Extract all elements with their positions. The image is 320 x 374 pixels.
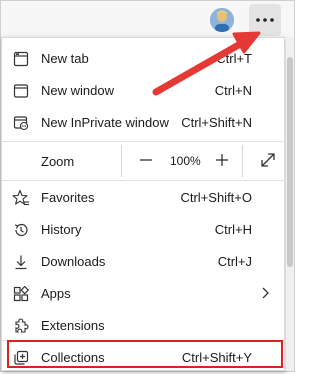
profile-avatar[interactable] <box>210 8 234 32</box>
menu-item-new-window[interactable]: New window Ctrl+N <box>2 75 286 107</box>
menu-item-shortcut: Ctrl+J <box>217 254 252 269</box>
menu-item-label: New tab <box>41 51 89 66</box>
menu-item-label: New window <box>41 83 114 98</box>
menu-item-history[interactable]: History Ctrl+H <box>2 214 286 246</box>
menu-item-extensions[interactable]: Extensions <box>2 310 286 342</box>
more-horizontal-icon <box>256 18 274 22</box>
inprivate-window-icon <box>12 114 30 132</box>
zoom-row: Zoom 100% <box>2 142 286 180</box>
menu-item-shortcut: Ctrl+T <box>216 51 252 66</box>
zoom-divider <box>242 145 243 177</box>
menu-item-apps[interactable]: Apps <box>2 278 286 310</box>
minus-icon <box>140 159 152 161</box>
history-icon <box>12 221 30 239</box>
menu-divider <box>2 180 286 181</box>
menu-item-new-tab[interactable]: New tab Ctrl+T <box>2 43 286 75</box>
menu-item-label: Extensions <box>41 318 105 333</box>
menu-scrollbar[interactable] <box>286 37 294 371</box>
menu-item-shortcut: Ctrl+Shift+O <box>180 190 252 205</box>
scrollbar-thumb[interactable] <box>287 57 293 267</box>
settings-and-more-button[interactable] <box>249 4 281 36</box>
apps-icon <box>12 285 30 303</box>
menu-item-label: New InPrivate window <box>41 115 169 130</box>
favorites-icon <box>12 189 30 207</box>
menu-item-downloads[interactable]: Downloads Ctrl+J <box>2 246 286 278</box>
collections-highlight-box <box>7 340 283 368</box>
chevron-right-icon <box>260 286 270 303</box>
menu-item-label: History <box>41 222 82 237</box>
settings-menu: New tab Ctrl+T New window Ctrl+N New InP… <box>1 37 286 371</box>
zoom-in-button[interactable] <box>214 152 230 168</box>
menu-item-label: Apps <box>41 286 71 301</box>
menu-item-new-inprivate-window[interactable]: New InPrivate window Ctrl+Shift+N <box>2 107 286 139</box>
new-window-icon <box>12 82 30 100</box>
menu-item-shortcut: Ctrl+N <box>214 83 252 98</box>
zoom-divider <box>121 145 122 177</box>
downloads-icon <box>12 253 30 271</box>
zoom-out-button[interactable] <box>138 152 154 168</box>
menu-item-favorites[interactable]: Favorites Ctrl+Shift+O <box>2 182 286 214</box>
extensions-icon <box>12 317 30 335</box>
zoom-label: Zoom <box>41 154 75 169</box>
new-tab-icon <box>12 50 30 68</box>
plus-icon <box>216 154 228 166</box>
full-screen-icon <box>261 153 275 167</box>
full-screen-button[interactable] <box>259 151 277 169</box>
menu-item-shortcut: Ctrl+H <box>214 222 252 237</box>
menu-item-shortcut: Ctrl+Shift+N <box>181 115 252 130</box>
zoom-level: 100% <box>170 154 201 168</box>
menu-item-label: Favorites <box>41 190 95 205</box>
menu-item-label: Downloads <box>41 254 106 269</box>
